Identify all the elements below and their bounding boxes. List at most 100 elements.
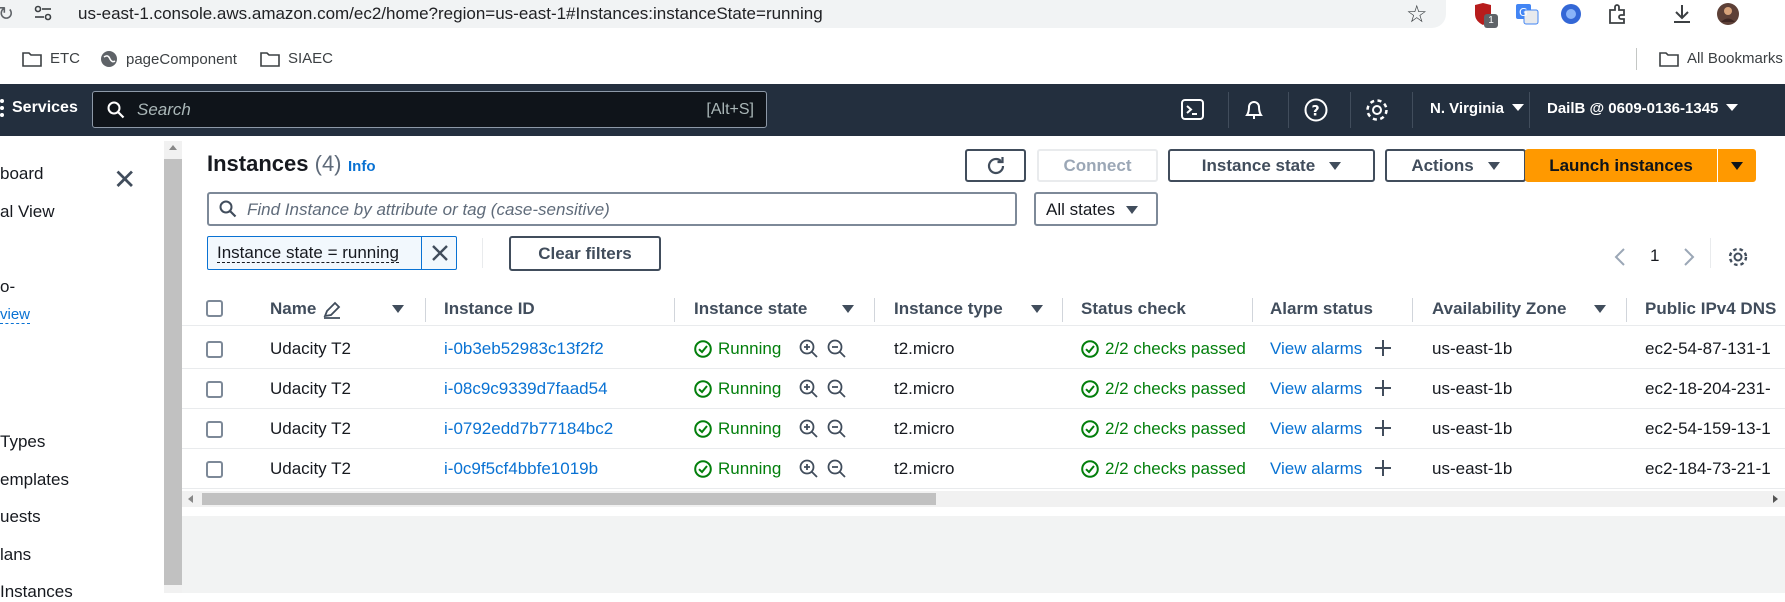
sort-caret-icon[interactable] bbox=[1031, 305, 1043, 313]
region-selector[interactable]: N. Virginia bbox=[1430, 100, 1524, 117]
add-alarm-plus-icon[interactable] bbox=[1373, 378, 1393, 398]
page-number[interactable]: 1 bbox=[1650, 246, 1659, 266]
zoom-in-icon[interactable] bbox=[799, 339, 819, 359]
column-divider[interactable] bbox=[425, 298, 426, 322]
scrollbar-thumb[interactable] bbox=[202, 493, 936, 505]
row-checkbox[interactable] bbox=[206, 341, 223, 358]
view-alarms-link[interactable]: View alarms bbox=[1270, 419, 1362, 439]
view-alarms-link[interactable]: View alarms bbox=[1270, 459, 1362, 479]
sidenav-item-savings-plans[interactable]: lans bbox=[0, 545, 31, 565]
sort-caret-icon[interactable] bbox=[1594, 305, 1606, 313]
column-divider[interactable] bbox=[1412, 298, 1413, 322]
launch-dropdown-button[interactable] bbox=[1718, 149, 1756, 182]
notifications-bell-icon[interactable] bbox=[1241, 97, 1267, 123]
bookmark-pagecomponent[interactable]: pageComponent bbox=[100, 50, 237, 68]
view-alarms-link[interactable]: View alarms bbox=[1270, 339, 1362, 359]
all-bookmarks[interactable]: All Bookmarks bbox=[1659, 50, 1783, 67]
table-row[interactable]: Udacity T2 i-0792edd7b77184bc2 Running t… bbox=[182, 409, 1785, 449]
column-divider[interactable] bbox=[1062, 298, 1063, 322]
cloudshell-icon[interactable] bbox=[1180, 97, 1206, 123]
instance-filter-input[interactable]: Find Instance by attribute or tag (case-… bbox=[207, 192, 1017, 226]
column-header-public-ipv4-dns[interactable]: Public IPv4 DNS bbox=[1645, 299, 1776, 319]
sidenav-item-partial[interactable]: o- bbox=[0, 277, 15, 297]
add-alarm-plus-icon[interactable] bbox=[1373, 338, 1393, 358]
scrollbar-thumb[interactable] bbox=[164, 159, 182, 585]
sidenav-item-dashboard[interactable]: board bbox=[0, 164, 43, 184]
address-bar[interactable]: ↻ us-east-1.console.aws.amazon.com/ec2/h… bbox=[0, 0, 1446, 28]
clear-filters-button[interactable]: Clear filters bbox=[509, 236, 661, 271]
zoom-in-icon[interactable] bbox=[799, 459, 819, 479]
sidenav-item-overview-link[interactable]: view bbox=[0, 306, 31, 324]
table-row[interactable]: Udacity T2 i-0b3eb52983c13f2f2 Running t… bbox=[182, 329, 1785, 369]
states-select[interactable]: All states bbox=[1034, 192, 1158, 226]
reload-icon[interactable]: ↻ bbox=[0, 3, 14, 26]
edit-pencil-icon[interactable] bbox=[322, 301, 342, 319]
zoom-out-icon[interactable] bbox=[827, 459, 847, 479]
zoom-out-icon[interactable] bbox=[827, 339, 847, 359]
sort-caret-icon[interactable] bbox=[842, 305, 854, 313]
account-menu[interactable]: DailB @ 0609-0136-1345 bbox=[1547, 100, 1739, 117]
column-header-instance-state[interactable]: Instance state bbox=[694, 299, 807, 319]
extensions-puzzle-icon[interactable] bbox=[1606, 2, 1630, 26]
table-row[interactable]: Udacity T2 i-0c9f5cf4bbfe1019b Running t… bbox=[182, 449, 1785, 489]
instance-id-link[interactable]: i-08c9c9339d7faad54 bbox=[444, 379, 608, 399]
settings-gear-icon[interactable] bbox=[1364, 97, 1390, 123]
instance-id-link[interactable]: i-0792edd7b77184bc2 bbox=[444, 419, 613, 439]
sidenav-item-instance-types[interactable]: Types bbox=[0, 432, 45, 452]
column-divider[interactable] bbox=[674, 298, 675, 322]
close-sidenav-icon[interactable]: ✕ bbox=[113, 163, 136, 196]
row-checkbox[interactable] bbox=[206, 381, 223, 398]
sort-caret-icon[interactable] bbox=[392, 305, 404, 313]
column-header-instance-id[interactable]: Instance ID bbox=[444, 299, 535, 319]
scroll-up-arrow-icon[interactable] bbox=[169, 145, 177, 150]
zoom-out-icon[interactable] bbox=[827, 419, 847, 439]
scroll-left-arrow-icon[interactable] bbox=[188, 495, 193, 503]
zoom-out-icon[interactable] bbox=[827, 379, 847, 399]
column-divider[interactable] bbox=[1252, 298, 1253, 322]
sidenav-item-global-view[interactable]: al View bbox=[0, 202, 55, 222]
instance-id-link[interactable]: i-0b3eb52983c13f2f2 bbox=[444, 339, 604, 359]
vpn-extension-icon[interactable] bbox=[1559, 2, 1583, 26]
sidenav-item-reserved-instances[interactable]: Instances bbox=[0, 582, 73, 602]
column-header-name[interactable]: Name bbox=[270, 299, 316, 319]
scroll-right-arrow-icon[interactable] bbox=[1773, 495, 1778, 503]
sidenav-item-spot-requests[interactable]: uests bbox=[0, 507, 41, 527]
column-header-availability-zone[interactable]: Availability Zone bbox=[1432, 299, 1566, 319]
add-alarm-plus-icon[interactable] bbox=[1373, 458, 1393, 478]
sidenav-item-launch-templates[interactable]: emplates bbox=[0, 470, 69, 490]
zoom-in-icon[interactable] bbox=[799, 379, 819, 399]
zoom-in-icon[interactable] bbox=[799, 419, 819, 439]
previous-page-icon[interactable] bbox=[1613, 247, 1627, 267]
profile-avatar-icon[interactable] bbox=[1716, 2, 1740, 26]
table-row[interactable]: Udacity T2 i-08c9c9339d7faad54 Running t… bbox=[182, 369, 1785, 409]
help-icon[interactable]: ? bbox=[1303, 97, 1329, 123]
table-preferences-gear-icon[interactable] bbox=[1727, 246, 1749, 268]
next-page-icon[interactable] bbox=[1682, 247, 1696, 267]
bookmark-siaec[interactable]: SIAEC bbox=[260, 50, 333, 67]
table-horizontal-scrollbar[interactable] bbox=[182, 491, 1785, 507]
column-divider[interactable] bbox=[874, 298, 875, 322]
view-alarms-link[interactable]: View alarms bbox=[1270, 379, 1362, 399]
row-checkbox[interactable] bbox=[206, 461, 223, 478]
launch-instances-button[interactable]: Launch instances bbox=[1525, 149, 1717, 182]
translate-extension-icon[interactable]: G bbox=[1515, 2, 1539, 26]
column-header-instance-type[interactable]: Instance type bbox=[894, 299, 1003, 319]
column-header-status-check[interactable]: Status check bbox=[1081, 299, 1186, 319]
column-header-alarm-status[interactable]: Alarm status bbox=[1270, 299, 1373, 319]
sidenav-scrollbar[interactable] bbox=[164, 141, 182, 593]
bookmark-etc[interactable]: ETC bbox=[22, 50, 80, 67]
url-text[interactable]: us-east-1.console.aws.amazon.com/ec2/hom… bbox=[78, 4, 823, 24]
refresh-button[interactable] bbox=[965, 149, 1026, 182]
column-divider[interactable] bbox=[1626, 298, 1627, 322]
row-checkbox[interactable] bbox=[206, 421, 223, 438]
actions-button[interactable]: Actions bbox=[1385, 149, 1526, 182]
select-all-checkbox[interactable] bbox=[206, 300, 223, 317]
instance-state-button[interactable]: Instance state bbox=[1168, 149, 1375, 182]
global-search-input[interactable]: Search [Alt+S] bbox=[92, 91, 767, 128]
add-alarm-plus-icon[interactable] bbox=[1373, 418, 1393, 438]
info-link[interactable]: Info bbox=[348, 158, 376, 175]
filter-token-label[interactable]: Instance state = running bbox=[217, 244, 399, 263]
remove-filter-button[interactable] bbox=[421, 237, 457, 269]
site-info-icon[interactable] bbox=[34, 5, 52, 21]
connect-button[interactable]: Connect bbox=[1037, 149, 1158, 182]
